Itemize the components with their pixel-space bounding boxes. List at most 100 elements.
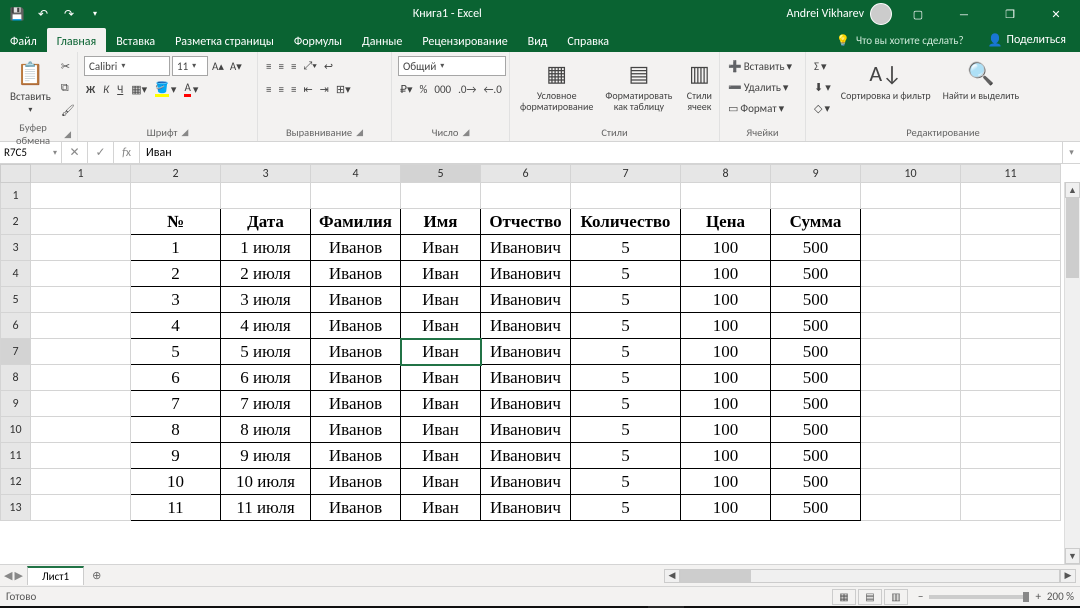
- cell[interactable]: Количество: [571, 209, 681, 235]
- clear-button[interactable]: ◇ ▾: [812, 98, 833, 118]
- name-box[interactable]: R7C5▾: [0, 142, 62, 163]
- cell[interactable]: Иванов: [311, 391, 401, 417]
- scroll-left-icon[interactable]: ◀: [664, 569, 680, 583]
- save-icon[interactable]: 💾: [6, 3, 28, 25]
- view-page-break-button[interactable]: ▥: [884, 589, 908, 605]
- cell[interactable]: [31, 313, 131, 339]
- decrease-decimal-button[interactable]: ←.0: [481, 79, 503, 99]
- cell[interactable]: 9: [131, 443, 221, 469]
- number-format-select[interactable]: Общий▾: [398, 56, 506, 76]
- cell[interactable]: 500: [771, 261, 861, 287]
- tab-формулы[interactable]: Формулы: [284, 28, 352, 52]
- tab-вид[interactable]: Вид: [518, 28, 558, 52]
- tab-данные[interactable]: Данные: [352, 28, 412, 52]
- worksheet-grid[interactable]: 123456789101112№ДатаФамилияИмяОтчествоКо…: [0, 164, 1080, 564]
- cell[interactable]: [401, 183, 481, 209]
- tab-file[interactable]: Файл: [0, 28, 47, 52]
- cell[interactable]: Отчество: [481, 209, 571, 235]
- cell[interactable]: Иванович: [481, 339, 571, 365]
- cell[interactable]: 500: [771, 391, 861, 417]
- cell[interactable]: 100: [681, 417, 771, 443]
- cell[interactable]: 100: [681, 287, 771, 313]
- cell[interactable]: 2: [131, 261, 221, 287]
- sort-filter-button[interactable]: A↓Сортировка и фильтр: [837, 56, 935, 103]
- italic-button[interactable]: К: [101, 79, 111, 99]
- cell[interactable]: Иванов: [311, 495, 401, 521]
- cell[interactable]: 500: [771, 365, 861, 391]
- cell[interactable]: [31, 365, 131, 391]
- cell[interactable]: [961, 391, 1061, 417]
- redo-icon[interactable]: ↷: [58, 3, 80, 25]
- cell[interactable]: [771, 183, 861, 209]
- cell[interactable]: 5: [571, 443, 681, 469]
- increase-font-button[interactable]: A▴: [210, 56, 226, 76]
- sheet-nav-next-icon[interactable]: ▶: [14, 569, 22, 582]
- currency-button[interactable]: ₽▾: [398, 79, 415, 99]
- cell[interactable]: Иван: [401, 261, 481, 287]
- cell[interactable]: 9 июля: [221, 443, 311, 469]
- cell[interactable]: [961, 313, 1061, 339]
- maximize-button[interactable]: ❐: [990, 0, 1030, 28]
- cell[interactable]: [31, 417, 131, 443]
- zoom-slider[interactable]: [929, 595, 1029, 599]
- cell[interactable]: 5: [571, 287, 681, 313]
- cell[interactable]: 100: [681, 495, 771, 521]
- zoom-in-button[interactable]: +: [1035, 590, 1040, 603]
- cell[interactable]: Иван: [401, 287, 481, 313]
- col-header[interactable]: 2: [131, 165, 221, 183]
- tell-me-search[interactable]: 💡 Что вы хотите сделать?: [826, 28, 973, 52]
- cell[interactable]: [861, 235, 961, 261]
- scroll-right-icon[interactable]: ▶: [1060, 569, 1076, 583]
- cell[interactable]: [961, 209, 1061, 235]
- close-button[interactable]: ✕: [1036, 0, 1076, 28]
- col-header[interactable]: 9: [771, 165, 861, 183]
- row-header[interactable]: 2: [1, 209, 31, 235]
- col-header[interactable]: 3: [221, 165, 311, 183]
- col-header[interactable]: 5: [401, 165, 481, 183]
- col-header[interactable]: 11: [961, 165, 1061, 183]
- cell[interactable]: 10 июля: [221, 469, 311, 495]
- cell[interactable]: 500: [771, 417, 861, 443]
- cell[interactable]: 100: [681, 339, 771, 365]
- cell[interactable]: Иванович: [481, 261, 571, 287]
- dialog-launcher-icon[interactable]: ◢: [462, 127, 469, 138]
- insert-cells-button[interactable]: ➕Вставить ▾: [726, 56, 794, 76]
- cell[interactable]: [861, 495, 961, 521]
- cell[interactable]: 7: [131, 391, 221, 417]
- align-left-button[interactable]: ≡: [264, 79, 273, 99]
- cell[interactable]: [481, 183, 571, 209]
- paste-button[interactable]: 📋 Вставить ▾: [6, 56, 55, 117]
- cell[interactable]: [961, 287, 1061, 313]
- user-avatar-icon[interactable]: [870, 3, 892, 25]
- scroll-down-icon[interactable]: ▼: [1065, 548, 1080, 564]
- decrease-font-button[interactable]: A▾: [228, 56, 244, 76]
- dialog-launcher-icon[interactable]: ◢: [64, 129, 71, 140]
- cell[interactable]: 3 июля: [221, 287, 311, 313]
- row-header[interactable]: 13: [1, 495, 31, 521]
- cell[interactable]: 8: [131, 417, 221, 443]
- cell[interactable]: [861, 417, 961, 443]
- formula-input[interactable]: Иван: [140, 142, 1062, 163]
- cell[interactable]: Иванов: [311, 313, 401, 339]
- cell[interactable]: 500: [771, 443, 861, 469]
- cell[interactable]: 8 июля: [221, 417, 311, 443]
- cell[interactable]: Иван: [401, 235, 481, 261]
- copy-button[interactable]: ⧉: [59, 78, 77, 98]
- share-button[interactable]: 👤 Поделиться: [974, 28, 1080, 52]
- cell[interactable]: Иван: [401, 313, 481, 339]
- cell[interactable]: 100: [681, 469, 771, 495]
- fx-button[interactable]: fx: [114, 142, 140, 163]
- cancel-formula-button[interactable]: ✕: [62, 142, 88, 163]
- underline-button[interactable]: Ч: [115, 79, 125, 99]
- cell[interactable]: Сумма: [771, 209, 861, 235]
- cell[interactable]: [861, 261, 961, 287]
- cell[interactable]: Иванов: [311, 417, 401, 443]
- cell[interactable]: 5 июля: [221, 339, 311, 365]
- decrease-indent-button[interactable]: ⇤: [301, 79, 314, 99]
- cell[interactable]: 5: [571, 391, 681, 417]
- cell[interactable]: [681, 183, 771, 209]
- cell[interactable]: [861, 287, 961, 313]
- cell[interactable]: 11: [131, 495, 221, 521]
- align-right-button[interactable]: ≡: [289, 79, 298, 99]
- cell[interactable]: [31, 469, 131, 495]
